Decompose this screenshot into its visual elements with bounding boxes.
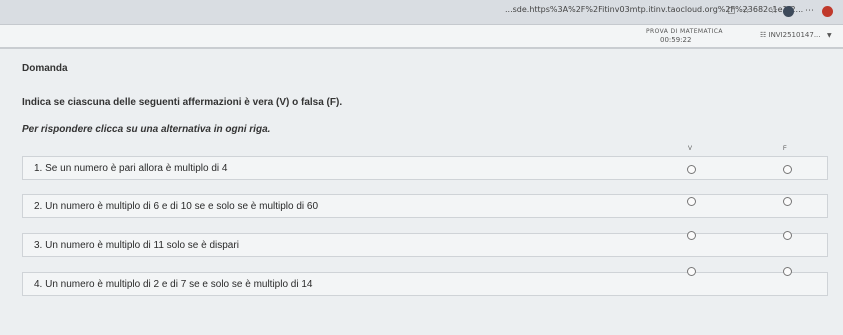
statement-row-1: 1. Se un numero è pari allora è multiplo… (22, 156, 828, 180)
test-header: PROVA DI MATEMATICA 00:59:22 ☷ INVI25101… (0, 25, 843, 49)
browser-toolbar: ...sde.https%3A%2F%2Fitinv03mtp.itinv.ta… (0, 0, 843, 25)
statement-text: 2. Un numero è multiplo di 6 e di 10 se … (34, 201, 319, 212)
test-title: PROVA DI MATEMATICA (646, 28, 723, 35)
statement-text: 3. Un numero è multiplo di 11 solo se è … (34, 240, 239, 251)
radio-true[interactable] (687, 165, 696, 174)
more-icon[interactable]: ⋯ (805, 6, 814, 16)
extension-icon[interactable] (822, 6, 833, 17)
section-title: Domanda (22, 63, 68, 74)
radio-true[interactable] (687, 267, 696, 276)
column-header-false: F (783, 146, 787, 152)
sub-instruction: Per rispondere clicca su una alternativa… (22, 124, 271, 135)
reader-icon[interactable]: ▢ (727, 6, 736, 16)
profile-avatar[interactable] (783, 6, 794, 17)
statement-row-3: 3. Un numero è multiplo di 11 solo se è … (22, 231, 828, 257)
radio-false[interactable] (783, 231, 792, 240)
star-icon[interactable]: ☆ (742, 6, 750, 16)
radio-true[interactable] (687, 231, 696, 240)
statement-text: 4. Un numero è multiplo di 2 e di 7 se e… (34, 279, 313, 290)
column-header-true: V (688, 146, 693, 152)
bookmark-star-icon[interactable]: ☆ (770, 6, 778, 16)
statement-row-2: 2. Un numero è multiplo di 6 e di 10 se … (22, 194, 828, 218)
dropdown-icon[interactable]: ▼ (827, 32, 832, 39)
timer: 00:59:22 (660, 36, 692, 44)
instruction: Indica se ciascuna delle seguenti afferm… (22, 97, 343, 108)
radio-false[interactable] (783, 267, 792, 276)
radio-false[interactable] (783, 165, 792, 174)
radio-true[interactable] (687, 197, 696, 206)
user-id[interactable]: ☷ INVI2510147... (760, 31, 821, 39)
address-bar[interactable]: ...sde.https%3A%2F%2Fitinv03mtp.itinv.ta… (505, 5, 803, 14)
statement-text: 1. Se un numero è pari allora è multiplo… (34, 163, 228, 174)
radio-false[interactable] (783, 197, 792, 206)
statement-row-4: 4. Un numero è multiplo di 2 e di 7 se e… (22, 267, 828, 296)
question-panel: Domanda Indica se ciascuna delle seguent… (0, 49, 843, 335)
